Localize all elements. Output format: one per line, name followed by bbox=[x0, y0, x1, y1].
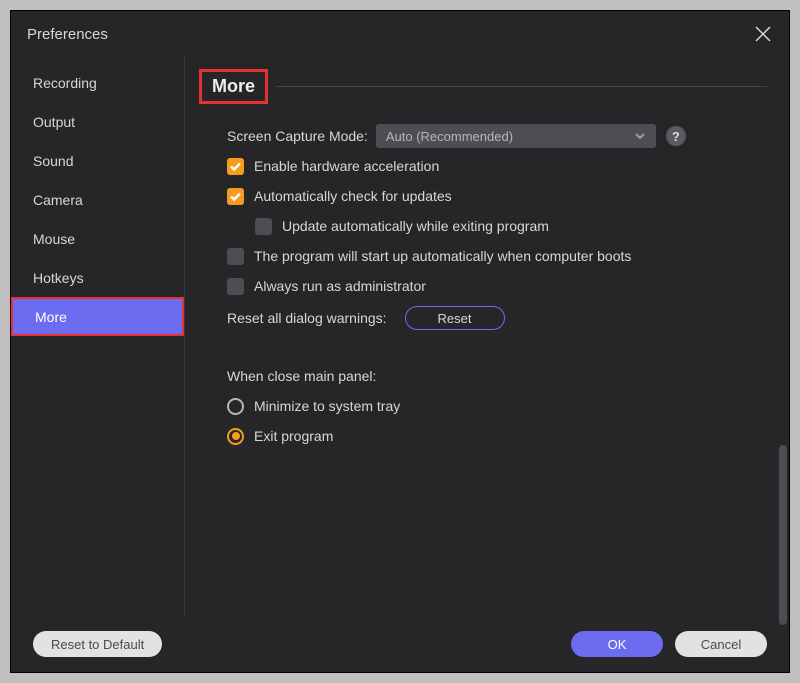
scrollbar[interactable] bbox=[779, 445, 787, 625]
close-exit-label: Exit program bbox=[254, 428, 333, 444]
sidebar-item-sound[interactable]: Sound bbox=[11, 141, 184, 180]
run-as-admin-checkbox[interactable] bbox=[227, 278, 244, 295]
ok-label: OK bbox=[608, 637, 627, 652]
close-panel-label: When close main panel: bbox=[227, 368, 376, 384]
sidebar-item-label: Recording bbox=[33, 75, 97, 91]
reset-default-button[interactable]: Reset to Default bbox=[33, 631, 162, 657]
auto-check-updates-row: Automatically check for updates bbox=[227, 182, 767, 210]
auto-update-exit-checkbox[interactable] bbox=[255, 218, 272, 235]
preferences-window: Preferences Recording Output Sound Camer… bbox=[10, 10, 790, 673]
auto-check-updates-label: Automatically check for updates bbox=[254, 188, 452, 204]
reset-warnings-button[interactable]: Reset bbox=[405, 306, 505, 330]
reset-warnings-label: Reset all dialog warnings: bbox=[227, 310, 387, 326]
title-bar: Preferences bbox=[11, 11, 789, 57]
cancel-label: Cancel bbox=[701, 637, 741, 652]
capture-mode-select[interactable]: Auto (Recommended) bbox=[376, 124, 656, 148]
sidebar-item-output[interactable]: Output bbox=[11, 102, 184, 141]
heading-row: More bbox=[199, 69, 767, 104]
sidebar-item-camera[interactable]: Camera bbox=[11, 180, 184, 219]
check-icon bbox=[230, 192, 241, 201]
help-icon[interactable]: ? bbox=[666, 126, 686, 146]
form: Screen Capture Mode: Auto (Recommended) … bbox=[199, 122, 767, 450]
sidebar-item-hotkeys[interactable]: Hotkeys bbox=[11, 258, 184, 297]
close-panel-heading: When close main panel: bbox=[227, 362, 767, 390]
sidebar-item-label: Hotkeys bbox=[33, 270, 84, 286]
sidebar-item-label: Camera bbox=[33, 192, 83, 208]
sidebar-item-label: Output bbox=[33, 114, 75, 130]
check-icon bbox=[230, 162, 241, 171]
reset-default-label: Reset to Default bbox=[51, 637, 144, 652]
run-as-admin-row: Always run as administrator bbox=[227, 272, 767, 300]
close-exit-radio[interactable] bbox=[227, 428, 244, 445]
reset-button-label: Reset bbox=[438, 311, 472, 326]
auto-update-exit-row: Update automatically while exiting progr… bbox=[227, 212, 767, 240]
sidebar-item-label: More bbox=[35, 309, 67, 325]
cancel-button[interactable]: Cancel bbox=[675, 631, 767, 657]
reset-warnings-row: Reset all dialog warnings: Reset bbox=[227, 304, 767, 332]
panel-heading: More bbox=[199, 69, 268, 104]
sidebar-item-more[interactable]: More bbox=[11, 297, 184, 336]
hw-accel-row: Enable hardware acceleration bbox=[227, 152, 767, 180]
run-as-admin-label: Always run as administrator bbox=[254, 278, 426, 294]
divider bbox=[276, 86, 767, 87]
sidebar-item-label: Mouse bbox=[33, 231, 75, 247]
hw-accel-label: Enable hardware acceleration bbox=[254, 158, 439, 174]
panel-more: More Screen Capture Mode: Auto (Recommen… bbox=[185, 57, 789, 616]
window-title: Preferences bbox=[27, 26, 108, 43]
close-minimize-radio[interactable] bbox=[227, 398, 244, 415]
capture-mode-label: Screen Capture Mode: bbox=[227, 128, 368, 144]
capture-mode-row: Screen Capture Mode: Auto (Recommended) … bbox=[227, 122, 767, 150]
start-on-boot-checkbox[interactable] bbox=[227, 248, 244, 265]
close-exit-row: Exit program bbox=[227, 422, 767, 450]
ok-button[interactable]: OK bbox=[571, 631, 663, 657]
start-on-boot-row: The program will start up automatically … bbox=[227, 242, 767, 270]
close-icon[interactable] bbox=[753, 24, 773, 44]
hw-accel-checkbox[interactable] bbox=[227, 158, 244, 175]
body: Recording Output Sound Camera Mouse Hotk… bbox=[11, 57, 789, 616]
capture-mode-value: Auto (Recommended) bbox=[386, 129, 513, 144]
sidebar-item-label: Sound bbox=[33, 153, 73, 169]
sidebar-item-recording[interactable]: Recording bbox=[11, 63, 184, 102]
auto-check-updates-checkbox[interactable] bbox=[227, 188, 244, 205]
chevron-down-icon bbox=[634, 130, 646, 142]
sidebar: Recording Output Sound Camera Mouse Hotk… bbox=[11, 57, 185, 616]
auto-update-exit-label: Update automatically while exiting progr… bbox=[282, 218, 549, 234]
close-minimize-row: Minimize to system tray bbox=[227, 392, 767, 420]
close-minimize-label: Minimize to system tray bbox=[254, 398, 400, 414]
start-on-boot-label: The program will start up automatically … bbox=[254, 248, 631, 264]
sidebar-item-mouse[interactable]: Mouse bbox=[11, 219, 184, 258]
footer: Reset to Default OK Cancel bbox=[11, 616, 789, 672]
